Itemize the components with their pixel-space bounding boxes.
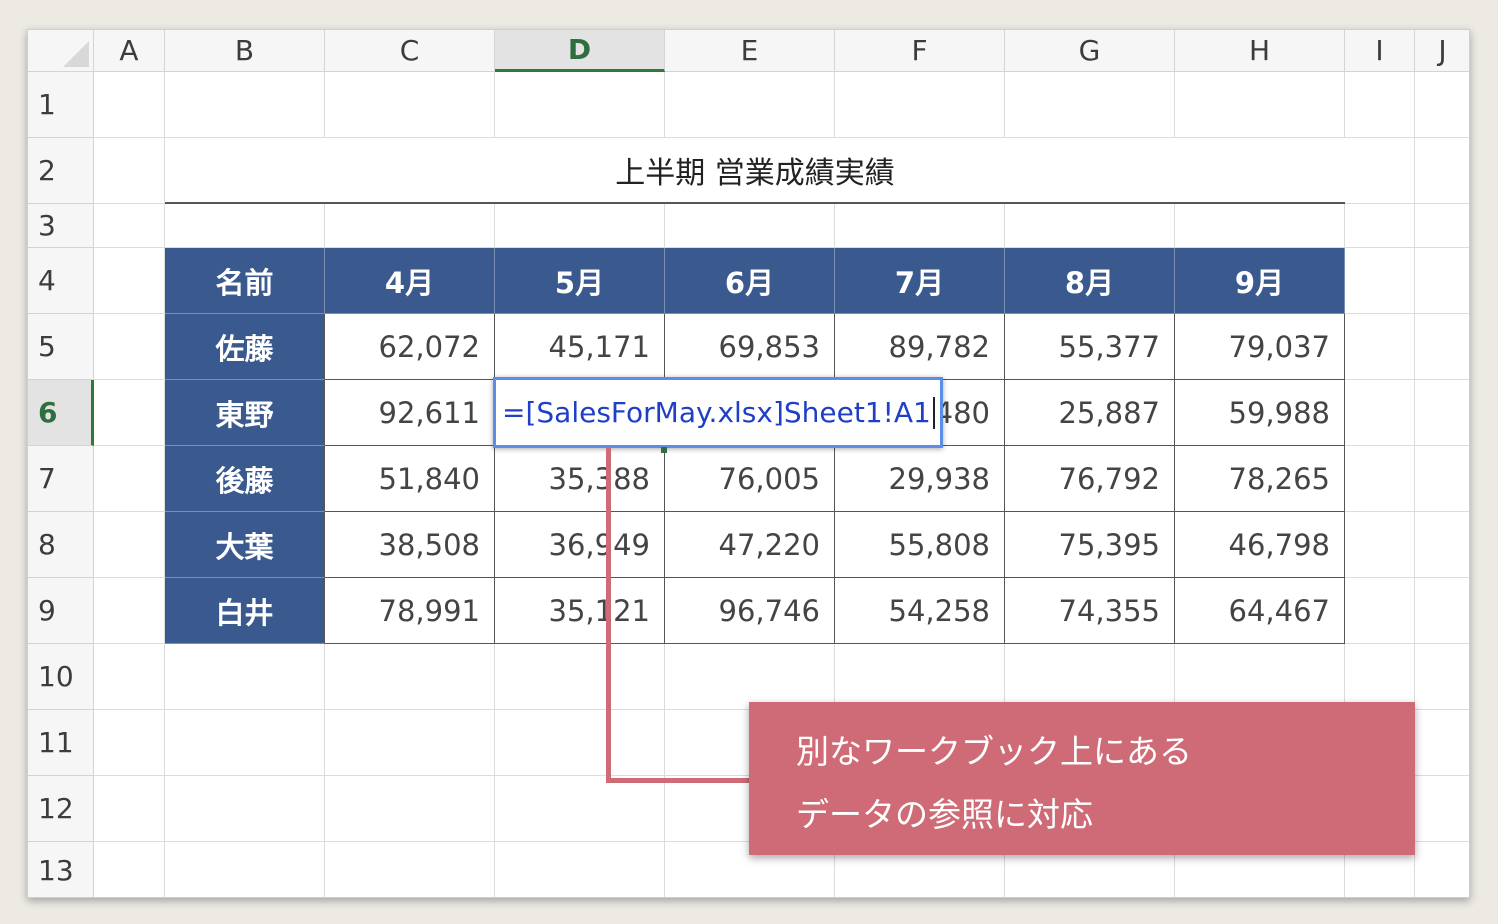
callout-connector-vertical	[606, 448, 611, 783]
row-header-3[interactable]: 3	[28, 204, 94, 248]
value-cell[interactable]: 35,121	[495, 578, 665, 644]
value-cell[interactable]: 64,467	[1175, 578, 1345, 644]
column-header-i[interactable]: I	[1345, 30, 1415, 72]
column-header-b[interactable]: B	[165, 30, 325, 72]
row-header-7[interactable]: 7	[28, 446, 94, 512]
value-cell[interactable]: 76,005	[665, 446, 835, 512]
value-cell[interactable]: 69,853	[665, 314, 835, 380]
value-cell[interactable]: 89,782	[835, 314, 1005, 380]
value-cell[interactable]: 51,840	[325, 446, 495, 512]
formula-text: =[SalesForMay.xlsx]Sheet1!A1	[502, 396, 931, 429]
column-header-j[interactable]: J	[1415, 30, 1469, 72]
table-header-cell[interactable]: 5月	[495, 248, 665, 314]
table-header-cell[interactable]: 9月	[1175, 248, 1345, 314]
table-header-cell[interactable]: 8月	[1005, 248, 1175, 314]
column-header-g[interactable]: G	[1005, 30, 1175, 72]
value-cell[interactable]: 35,388	[495, 446, 665, 512]
sheet-title: 上半期 営業成績実績	[165, 138, 1345, 204]
callout-box: 別なワークブック上にある データの参照に対応	[749, 702, 1415, 855]
column-header-a[interactable]: A	[94, 30, 165, 72]
formula-edit-cell[interactable]: =[SalesForMay.xlsx]Sheet1!A1	[493, 377, 943, 448]
value-cell[interactable]: 79,037	[1175, 314, 1345, 380]
name-cell[interactable]: 佐藤	[165, 314, 325, 380]
value-cell[interactable]: 78,265	[1175, 446, 1345, 512]
value-cell[interactable]: 78,991	[325, 578, 495, 644]
value-cell[interactable]: 55,808	[835, 512, 1005, 578]
value-cell[interactable]: 45,171	[495, 314, 665, 380]
table-header-cell[interactable]: 6月	[665, 248, 835, 314]
value-cell[interactable]: 25,887	[1005, 380, 1175, 446]
table-header-cell[interactable]: 名前	[165, 248, 325, 314]
row-header-4[interactable]: 4	[28, 248, 94, 314]
value-cell[interactable]: 29,938	[835, 446, 1005, 512]
value-cell[interactable]: 55,377	[1005, 314, 1175, 380]
column-header-h[interactable]: H	[1175, 30, 1345, 72]
column-header-d[interactable]: D	[495, 30, 665, 72]
column-header-e[interactable]: E	[665, 30, 835, 72]
table-header-cell[interactable]: 7月	[835, 248, 1005, 314]
callout-connector-horizontal	[606, 778, 751, 783]
value-cell[interactable]: 75,395	[1005, 512, 1175, 578]
row-header-9[interactable]: 9	[28, 578, 94, 644]
value-cell[interactable]: 46,798	[1175, 512, 1345, 578]
select-all-triangle-icon	[63, 41, 89, 67]
value-cell[interactable]: 92,611	[325, 380, 495, 446]
row-header-1[interactable]: 1	[28, 72, 94, 138]
name-cell[interactable]: 白井	[165, 578, 325, 644]
row-header-2[interactable]: 2	[28, 138, 94, 204]
row-header-13[interactable]: 13	[28, 842, 94, 897]
name-cell[interactable]: 後藤	[165, 446, 325, 512]
value-cell[interactable]: 36,949	[495, 512, 665, 578]
name-cell[interactable]: 東野	[165, 380, 325, 446]
fill-handle[interactable]	[661, 447, 667, 453]
column-header-f[interactable]: F	[835, 30, 1005, 72]
spreadsheet-grid[interactable]: ABCDEFGHIJ 1 2 3 4 5 6 7 8 9 10 11 12 13 上半期 営業成績実績 …	[27, 29, 1470, 898]
row-header-12[interactable]: 12	[28, 776, 94, 842]
value-cell[interactable]: 54,258	[835, 578, 1005, 644]
callout-line-2: データの参照に対応	[796, 795, 1093, 834]
value-cell[interactable]: 38,508	[325, 512, 495, 578]
text-caret	[932, 396, 935, 429]
select-all-corner[interactable]	[28, 30, 94, 72]
name-cell[interactable]: 大葉	[165, 512, 325, 578]
value-cell[interactable]: 74,355	[1005, 578, 1175, 644]
row-header-6[interactable]: 6	[28, 380, 94, 446]
row-header-8[interactable]: 8	[28, 512, 94, 578]
value-cell[interactable]: 47,220	[665, 512, 835, 578]
row-header-5[interactable]: 5	[28, 314, 94, 380]
row-header-11[interactable]: 11	[28, 710, 94, 776]
callout-line-1: 別なワークブック上にある	[796, 732, 1192, 771]
column-header-c[interactable]: C	[325, 30, 495, 72]
value-cell[interactable]: 59,988	[1175, 380, 1345, 446]
table-header-cell[interactable]: 4月	[325, 248, 495, 314]
value-cell[interactable]: 62,072	[325, 314, 495, 380]
value-cell[interactable]: 76,792	[1005, 446, 1175, 512]
row-header-10[interactable]: 10	[28, 644, 94, 710]
value-cell[interactable]: 96,746	[665, 578, 835, 644]
